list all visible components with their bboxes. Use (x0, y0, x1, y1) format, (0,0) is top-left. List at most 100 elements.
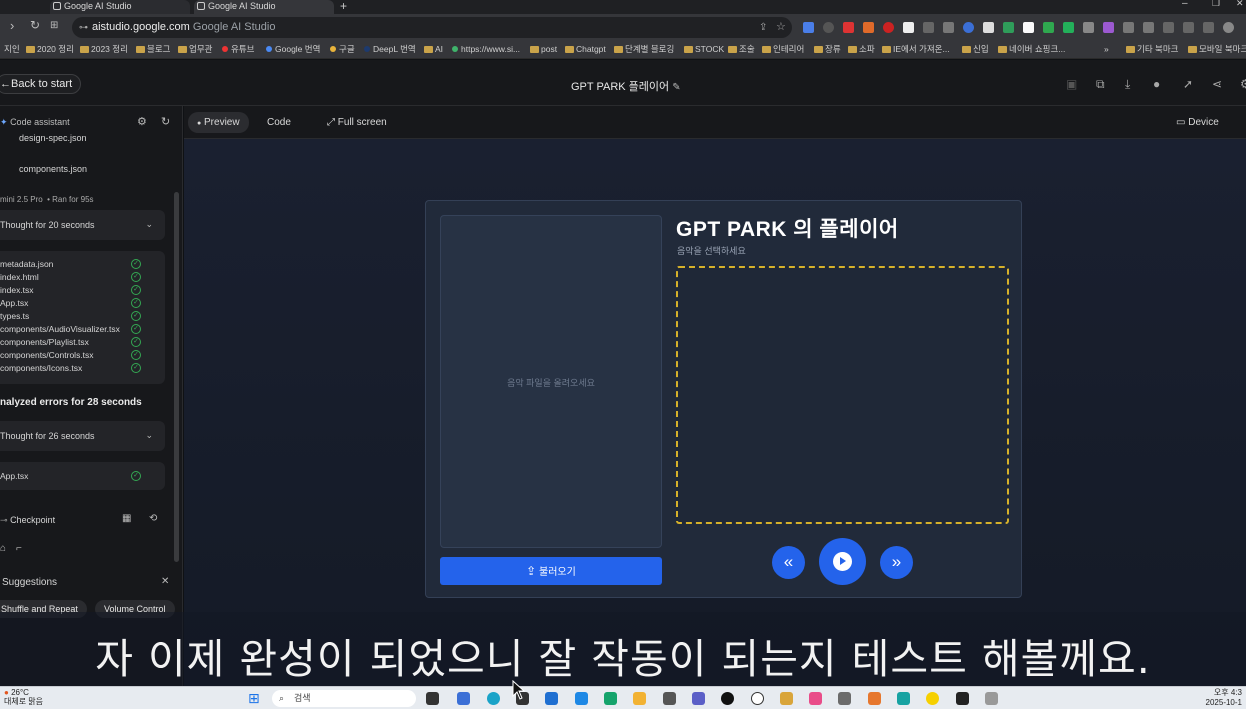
device-button[interactable]: ▭ Device (1167, 112, 1228, 133)
next-track-button[interactable]: » (880, 546, 913, 579)
bookmark-folder[interactable]: 업무관 (178, 44, 212, 55)
bookmark-folder[interactable]: post (530, 44, 557, 55)
thought-collapsible[interactable]: Thought for 26 seconds ⌄ (0, 421, 165, 451)
extension-icon[interactable] (903, 22, 914, 33)
chatgpt-icon[interactable] (751, 692, 764, 705)
github-icon[interactable]: ● (1153, 77, 1160, 91)
back-to-start-button[interactable]: ← Back to start (0, 74, 82, 94)
compare-icon[interactable]: ▦ (122, 513, 131, 524)
app-icon[interactable] (663, 692, 676, 705)
extension-icon[interactable] (863, 22, 874, 33)
fullscreen-button[interactable]: ⤢ Full screen (318, 112, 396, 133)
file-item[interactable]: index.html (0, 272, 39, 282)
close-window-icon[interactable]: ✕ (1236, 0, 1244, 9)
app-icon[interactable] (809, 692, 822, 705)
extension-icon[interactable] (983, 22, 994, 33)
screenshot-icon[interactable] (1183, 22, 1194, 33)
thumbs-up-icon[interactable]: ⌂ (0, 543, 6, 554)
reading-list-icon[interactable] (1123, 22, 1134, 33)
app-icon[interactable] (457, 692, 470, 705)
file-item[interactable]: components/Playlist.tsx (0, 337, 89, 347)
extension-icon[interactable] (1103, 22, 1114, 33)
edge-icon[interactable] (487, 692, 500, 705)
bookmark-folder[interactable]: 소파 (848, 44, 875, 55)
reload-icon[interactable]: ↻ (30, 18, 40, 32)
extension-icon[interactable] (1043, 22, 1054, 33)
tab-search-icon[interactable]: ⊞ (50, 20, 58, 31)
bookmark-item[interactable]: DeepL 번역 (364, 44, 416, 55)
file-item[interactable]: types.ts (0, 311, 29, 321)
bookmark-star-icon[interactable]: ☆ (776, 17, 786, 38)
bookmark-folder[interactable]: AI (424, 44, 443, 55)
profile-avatar[interactable] (1223, 22, 1234, 33)
side-panel-icon[interactable] (1203, 22, 1214, 33)
bookmark-item[interactable]: 지인 (4, 44, 20, 55)
file-item[interactable]: components/AudioVisualizer.tsx (0, 324, 120, 334)
extension-icon[interactable] (923, 22, 934, 33)
restore-icon[interactable]: ❐ (1212, 0, 1220, 9)
download-icon[interactable] (1143, 22, 1154, 33)
new-tab-icon[interactable]: + (340, 0, 347, 13)
project-title[interactable]: GPT PARK 플레이어 ✎ (571, 78, 681, 94)
extension-icon[interactable] (963, 22, 974, 33)
playlist-dropzone[interactable]: 음악 파일을 올려오세요 (440, 215, 662, 548)
chevron-down-icon[interactable]: ⌄ (145, 219, 153, 230)
weather-widget[interactable]: ● 26°C 대체로 맑음 (4, 688, 43, 706)
bookmark-folder[interactable]: 단계별 블로깅 (614, 44, 674, 55)
refresh-icon[interactable]: ↻ (161, 115, 170, 128)
bookmark-folder[interactable]: 모바일 북마크 (1188, 44, 1246, 55)
app-icon[interactable] (868, 692, 881, 705)
deploy-rocket-icon[interactable]: ➚ (1183, 77, 1193, 91)
bookmark-folder[interactable]: 장류 (814, 44, 841, 55)
browser-tab-active[interactable]: Google AI Studio (194, 0, 334, 14)
file-item[interactable]: components/Controls.tsx (0, 350, 94, 360)
bookmark-folder[interactable]: 조술 (728, 44, 755, 55)
browser-tab[interactable]: Google AI Studio (50, 0, 190, 14)
bookmark-item[interactable]: https://www.si... (452, 44, 520, 55)
bookmark-folder[interactable]: 2023 정리 (80, 44, 128, 55)
app-icon[interactable] (838, 692, 851, 705)
share-icon[interactable]: ⇪ (759, 17, 767, 38)
task-view-icon[interactable] (426, 692, 439, 705)
teams-icon[interactable] (692, 692, 705, 705)
file-item[interactable]: components/Icons.tsx (0, 363, 82, 373)
extension-record-icon[interactable] (883, 22, 894, 33)
bookmark-item[interactable]: 유튜브 (222, 44, 254, 55)
play-button[interactable] (819, 538, 866, 585)
copy-app-icon[interactable]: ⧉ (1096, 77, 1105, 92)
extension-youtube-icon[interactable] (843, 22, 854, 33)
app-icon[interactable] (897, 692, 910, 705)
extension-icon[interactable] (943, 22, 954, 33)
previous-track-button[interactable]: « (772, 546, 805, 579)
download-icon[interactable]: ⤓ (1125, 77, 1130, 92)
bookmark-folder[interactable]: 네이버 쇼핑크... (998, 44, 1065, 55)
file-item[interactable]: components.json (19, 164, 87, 174)
file-item[interactable]: App.tsx (0, 298, 28, 308)
url-bar[interactable]: ⊶ aistudio.google.com Google AI Studio ⇪… (72, 17, 792, 38)
upload-button[interactable]: ⇪ 불러오기 (440, 557, 662, 585)
extension-translate-icon[interactable] (803, 22, 814, 33)
cast-icon[interactable] (1163, 22, 1174, 33)
settings-icon[interactable]: ⚙ (1240, 77, 1246, 91)
bookmark-item[interactable]: 구글 (330, 44, 355, 55)
thought-collapsible[interactable]: Thought for 20 seconds ⌄ (0, 210, 165, 240)
windows-start-icon[interactable]: ⊞ (248, 690, 260, 707)
taskbar-search[interactable]: ⌕ 검색 (272, 690, 416, 707)
bookmark-folder[interactable]: IE에서 가져온... (882, 44, 950, 55)
file-item[interactable]: design-spec.json (19, 133, 87, 143)
forward-icon[interactable]: › (10, 18, 14, 33)
extension-icon[interactable] (1063, 22, 1074, 33)
minimize-icon[interactable]: – (1182, 0, 1188, 9)
app-icon[interactable] (575, 692, 588, 705)
bookmark-folder[interactable]: 기타 북마크 (1126, 44, 1178, 55)
threads-icon[interactable] (721, 692, 734, 705)
bookmark-item[interactable]: Google 번역 (266, 44, 320, 55)
edit-pencil-icon[interactable]: ✎ (672, 82, 680, 93)
bookmark-folder[interactable]: 인테리어 (762, 44, 804, 55)
file-explorer-icon[interactable] (633, 692, 646, 705)
chevron-down-icon[interactable]: ⌄ (145, 430, 153, 441)
app-icon[interactable] (604, 692, 617, 705)
outlook-icon[interactable] (545, 692, 558, 705)
more-bookmarks-icon[interactable]: » (1104, 44, 1109, 55)
bookmark-folder[interactable]: 2020 정리 (26, 44, 74, 55)
